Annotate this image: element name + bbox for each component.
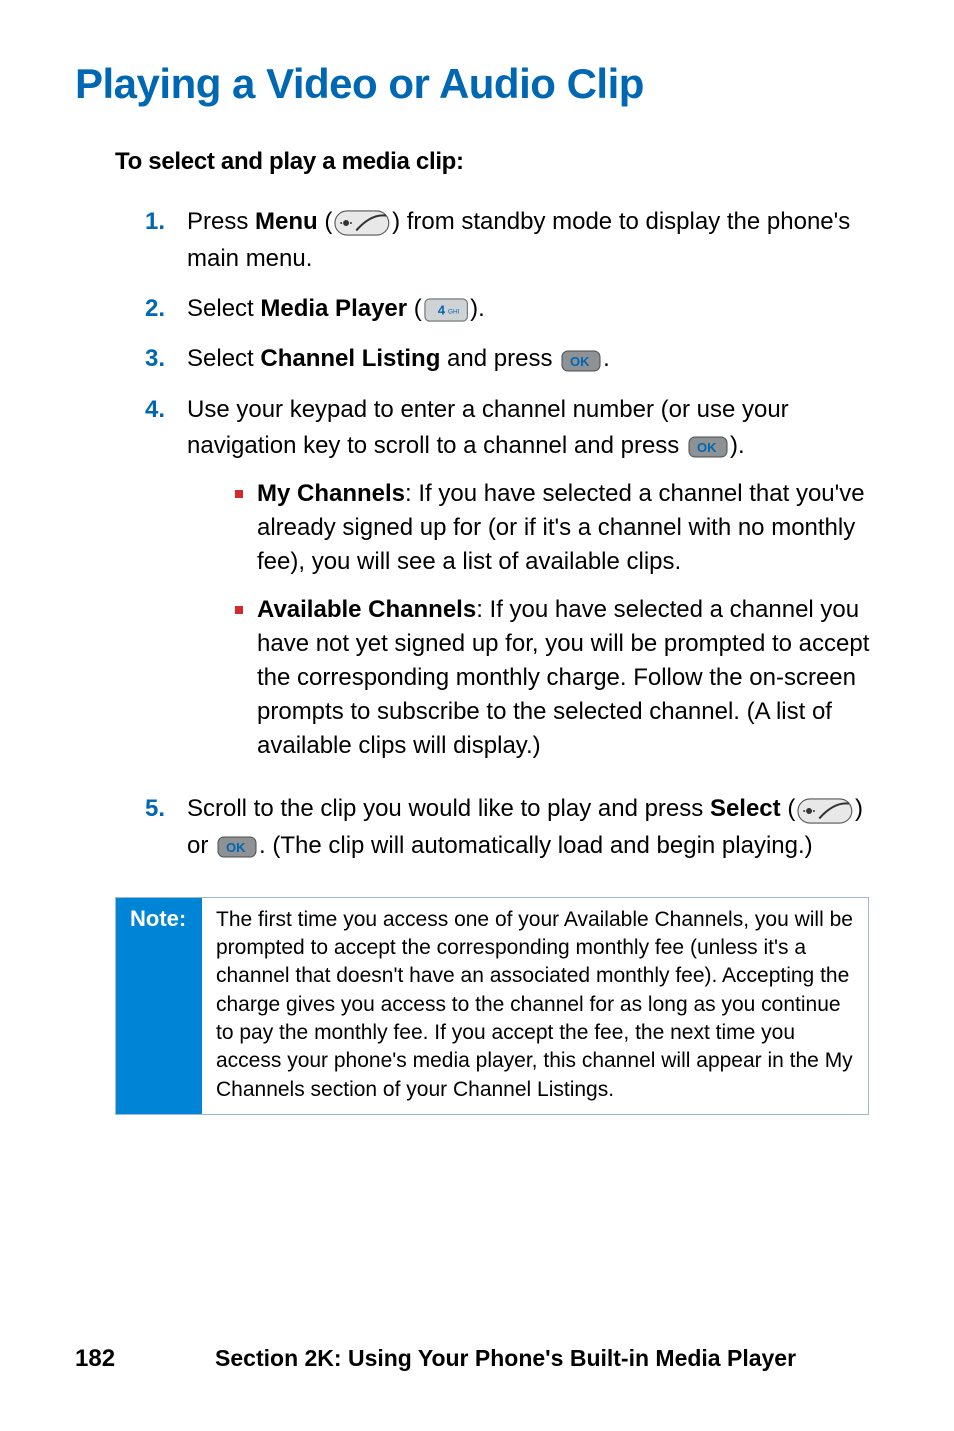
step-number: 4. [145, 392, 187, 777]
text: Scroll to the clip you would like to pla… [187, 795, 710, 822]
text: and press [440, 345, 559, 372]
text: ( [407, 295, 422, 322]
sub-bullet-list: My Channels: If you have selected a chan… [235, 477, 879, 764]
text: . (The clip will automatically load and … [259, 832, 813, 859]
step-body: Scroll to the clip you would like to pla… [187, 791, 879, 864]
available-channels-label: Available Channels [257, 596, 476, 623]
step-number: 2. [145, 291, 187, 328]
ok-button-icon: OK [561, 342, 601, 378]
page-footer: 182 Section 2K: Using Your Phone's Built… [75, 1345, 879, 1373]
step-4: 4. Use your keypad to enter a channel nu… [145, 392, 879, 777]
step-number: 1. [145, 204, 187, 277]
page-title: Playing a Video or Audio Clip [75, 60, 879, 108]
note-body: The first time you access one of your Av… [202, 898, 868, 1114]
text: ). [730, 432, 745, 459]
step-number: 3. [145, 341, 187, 378]
svg-text:OK: OK [226, 840, 246, 855]
step-3: 3. Select Channel Listing and press OK. [145, 341, 879, 378]
note-label: Note: [116, 898, 202, 1114]
text: Select [187, 295, 260, 322]
phone-softkey-icon [797, 792, 853, 828]
svg-text:OK: OK [697, 440, 717, 455]
note-box: Note: The first time you access one of y… [115, 897, 869, 1115]
select-label: Select [710, 795, 781, 822]
steps-list: 1. Press Menu () from standby mode to di… [145, 204, 879, 865]
page-number: 182 [75, 1345, 115, 1373]
step-1: 1. Press Menu () from standby mode to di… [145, 204, 879, 277]
bullet-available-channels: Available Channels: If you have selected… [235, 593, 879, 763]
step-body: Select Channel Listing and press OK. [187, 341, 879, 378]
ok-button-icon: OK [217, 829, 257, 865]
my-channels-label: My Channels [257, 480, 405, 507]
step-number: 5. [145, 791, 187, 864]
step-body: Press Menu () from standby mode to displ… [187, 204, 879, 277]
keypad-4-icon: 4GHI [424, 291, 468, 327]
channel-listing-label: Channel Listing [260, 345, 440, 372]
text: . [603, 345, 610, 372]
media-player-label: Media Player [260, 295, 407, 322]
text: ( [318, 208, 333, 235]
text: Select [187, 345, 260, 372]
svg-text:GHI: GHI [448, 309, 460, 316]
menu-label: Menu [255, 208, 318, 235]
ok-button-icon: OK [688, 429, 728, 465]
step-body: Use your keypad to enter a channel numbe… [187, 392, 879, 777]
svg-text:4: 4 [438, 303, 446, 318]
step-2: 2. Select Media Player (4GHI). [145, 291, 879, 328]
step-5: 5. Scroll to the clip you would like to … [145, 791, 879, 864]
phone-softkey-icon [334, 205, 390, 241]
footer-section-title: Section 2K: Using Your Phone's Built-in … [215, 1345, 796, 1372]
svg-text:OK: OK [570, 354, 590, 369]
step-body: Select Media Player (4GHI). [187, 291, 879, 328]
text: Press [187, 208, 255, 235]
section-subtitle: To select and play a media clip: [115, 148, 879, 176]
text: ). [470, 295, 485, 322]
bullet-my-channels: My Channels: If you have selected a chan… [235, 477, 879, 579]
text: ( [781, 795, 796, 822]
